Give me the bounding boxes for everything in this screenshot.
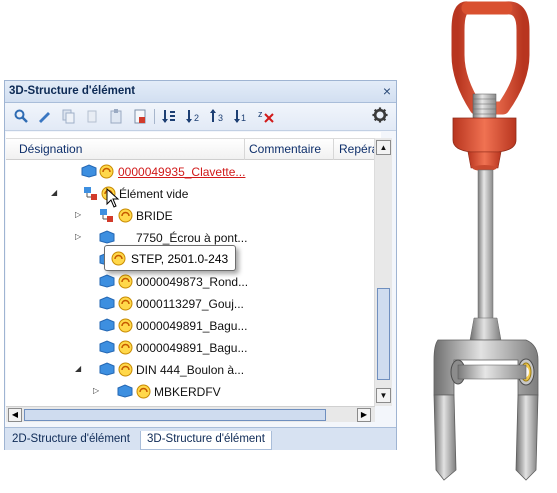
svg-text:1: 1 [241,113,246,123]
vertical-scrollbar[interactable]: ▲ ▼ [374,138,392,406]
reference-icon [118,208,133,223]
scroll-right-icon[interactable]: ▶ [357,408,371,422]
svg-text:2: 2 [194,113,199,123]
delete-icon[interactable] [84,108,100,124]
part-icon [99,296,115,310]
part-icon [99,230,115,244]
tree-row-label[interactable]: 0000049891_Bagu... [136,341,247,355]
toolbar: 2 3 1 z [5,103,396,131]
part-icon [99,340,115,354]
horizontal-scrollbar[interactable]: ◀ ▶ [6,406,375,422]
search-icon[interactable] [13,108,29,124]
reference-icon [118,362,133,377]
part-icon [99,274,115,288]
scroll-up-icon[interactable]: ▲ [376,140,391,155]
tree-row[interactable]: 0000049891_Bagu... [6,337,381,359]
panel-titlebar: 3D-Structure d'élément × [5,81,396,103]
tool-icon[interactable] [36,108,52,124]
panel-title: 3D-Structure d'élément [9,85,136,97]
toolbar-separator [154,109,155,124]
expand-icon[interactable]: ▷ [75,210,85,220]
reference-icon [118,318,133,333]
column-header-designation[interactable]: Désignation [19,142,82,156]
tree-row[interactable]: 0000113297_Gouj... [6,293,381,315]
tab-3d-structure[interactable]: 3D-Structure d'élément [140,431,272,450]
tooltip: STEP, 2501.0-243 [104,245,236,271]
reference-icon [99,164,114,179]
tree-row-label[interactable]: BRIDE [136,209,173,223]
tree-row-label[interactable]: 0000049935_Clavette... [118,165,245,179]
column-header-commentaire[interactable]: Commentaire [249,142,321,156]
sort-down-icon[interactable]: 2 [185,108,201,124]
reference-icon [118,340,133,355]
tree-row-label[interactable]: DIN 444_Boulon à... [136,363,244,377]
gear-icon[interactable] [372,107,390,125]
sort-icon[interactable] [161,108,177,124]
assembly-icon [99,208,115,223]
expand-icon[interactable]: ▷ [75,232,85,242]
copy-icon[interactable] [60,108,76,124]
collapse-icon[interactable]: ◢ [51,188,61,198]
tooltip-text: STEP, 2501.0-243 [131,252,229,266]
tree-row-label[interactable]: MBKERDFV [154,385,221,399]
tree-row[interactable]: ◢ Élément vide [6,183,381,208]
tree-row[interactable]: ▷ MBKERDFV [6,381,381,403]
sort-up-icon[interactable]: 3 [209,108,225,124]
tree-row[interactable]: ◢ DIN 444_Boulon à... [6,359,381,381]
scroll-left-icon[interactable]: ◀ [8,408,22,422]
lifting-eye-bolt-render [433,1,539,481]
panel-tabs: 2D-Structure d'élément 3D-Structure d'él… [5,427,396,450]
vertical-scroll-thumb[interactable] [377,288,390,380]
document-icon[interactable] [132,108,148,124]
3d-model-viewport[interactable] [398,0,557,493]
reference-icon [118,274,133,289]
tree-row-label[interactable]: Élément vide [119,187,188,201]
expand-icon[interactable]: ▷ [93,386,103,396]
column-header-repere[interactable]: Repéra [339,142,378,156]
column-divider[interactable] [244,139,245,160]
reference-icon [111,251,126,266]
tree-row-label[interactable]: 0000049891_Bagu... [136,319,247,333]
tree-row[interactable]: 0000049891_Bagu... [6,315,381,337]
tree-row[interactable]: ▷ BRIDE [6,205,381,227]
tree-row[interactable]: 0000049873_Rond... [6,271,381,293]
part-icon [99,362,115,376]
scroll-down-icon[interactable]: ▼ [376,388,391,403]
part-icon [99,318,115,332]
filter-clear-icon[interactable]: z [258,108,274,124]
tree-row-label[interactable]: 0000113297_Gouj... [136,297,244,311]
horizontal-scroll-thumb[interactable] [24,409,326,421]
tab-2d-structure[interactable]: 2D-Structure d'élément [6,431,136,450]
grid-header: Désignation Commentaire Repéra [6,138,381,160]
reference-icon [136,384,151,399]
paste-icon[interactable] [108,108,124,124]
collapse-icon[interactable]: ◢ [75,364,85,374]
reference-icon [118,296,133,311]
svg-text:3: 3 [218,113,223,123]
tree-row[interactable]: 0000049935_Clavette... [6,161,381,183]
close-icon[interactable]: × [383,83,391,99]
sort-alpha-icon[interactable]: 1 [233,108,249,124]
part-icon [81,164,97,178]
part-icon [117,384,133,398]
svg-text:z: z [258,109,263,119]
column-divider[interactable] [333,139,334,160]
tree-row-label[interactable]: 0000049873_Rond... [136,275,248,289]
assembly-icon [83,186,99,201]
tree-row-label[interactable]: 7750_Écrou à pont... [136,231,247,245]
